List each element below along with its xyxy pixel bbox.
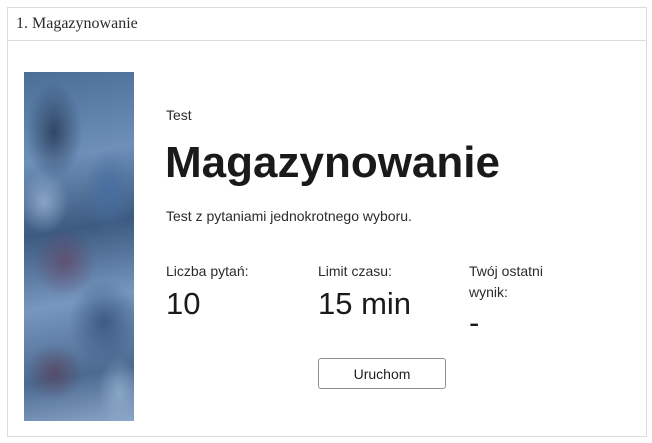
- quiz-description: Test z pytaniami jednokrotnego wyboru.: [166, 208, 412, 224]
- stat-last-score: Twój ostatni wynik: -: [469, 261, 579, 343]
- stat-label: Limit czasu:: [318, 263, 392, 279]
- stat-question-count: Liczba pytań: 10: [166, 261, 296, 324]
- stat-label: Liczba pytań:: [166, 263, 249, 279]
- stat-value: -: [469, 305, 480, 340]
- stat-label: Twój ostatni wynik:: [469, 263, 543, 300]
- start-quiz-button[interactable]: Uruchom: [318, 358, 446, 389]
- stat-time-limit: Limit czasu: 15 min: [318, 261, 448, 324]
- stat-value: 15 min: [318, 286, 412, 321]
- quiz-type-label: Test: [166, 107, 192, 123]
- section-header: 1. Magazynowanie: [8, 8, 646, 41]
- quiz-card: 1. Magazynowanie Test Magazynowanie Test…: [7, 7, 647, 437]
- quiz-cover-image: [24, 72, 134, 421]
- stat-value: 10: [166, 286, 201, 321]
- quiz-title: Magazynowanie: [165, 138, 500, 187]
- section-title: 1. Magazynowanie: [16, 15, 138, 32]
